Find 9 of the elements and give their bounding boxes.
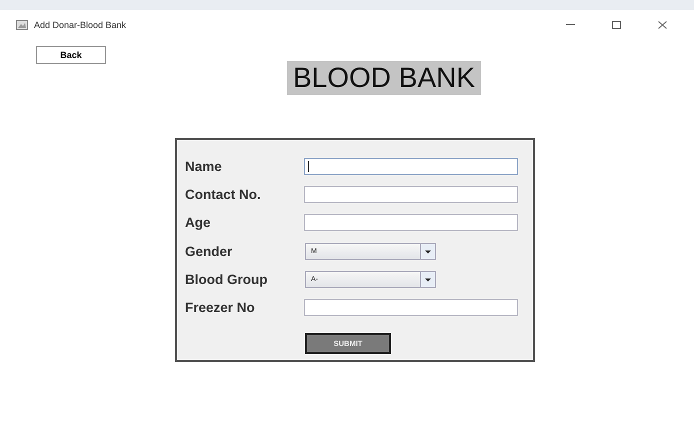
field-label: Freezer No: [185, 300, 256, 316]
window-title: Add Donar-Blood Bank: [34, 20, 128, 30]
field-label: Contact No.: [185, 186, 262, 202]
field-label: Gender: [185, 244, 234, 259]
page-heading: BLOOD BANK: [286, 61, 482, 95]
back-button[interactable]: Back: [36, 46, 106, 64]
field-label: Blood Group: [185, 272, 268, 287]
field-label: Name: [185, 158, 223, 174]
field-label: Age: [185, 215, 212, 230]
